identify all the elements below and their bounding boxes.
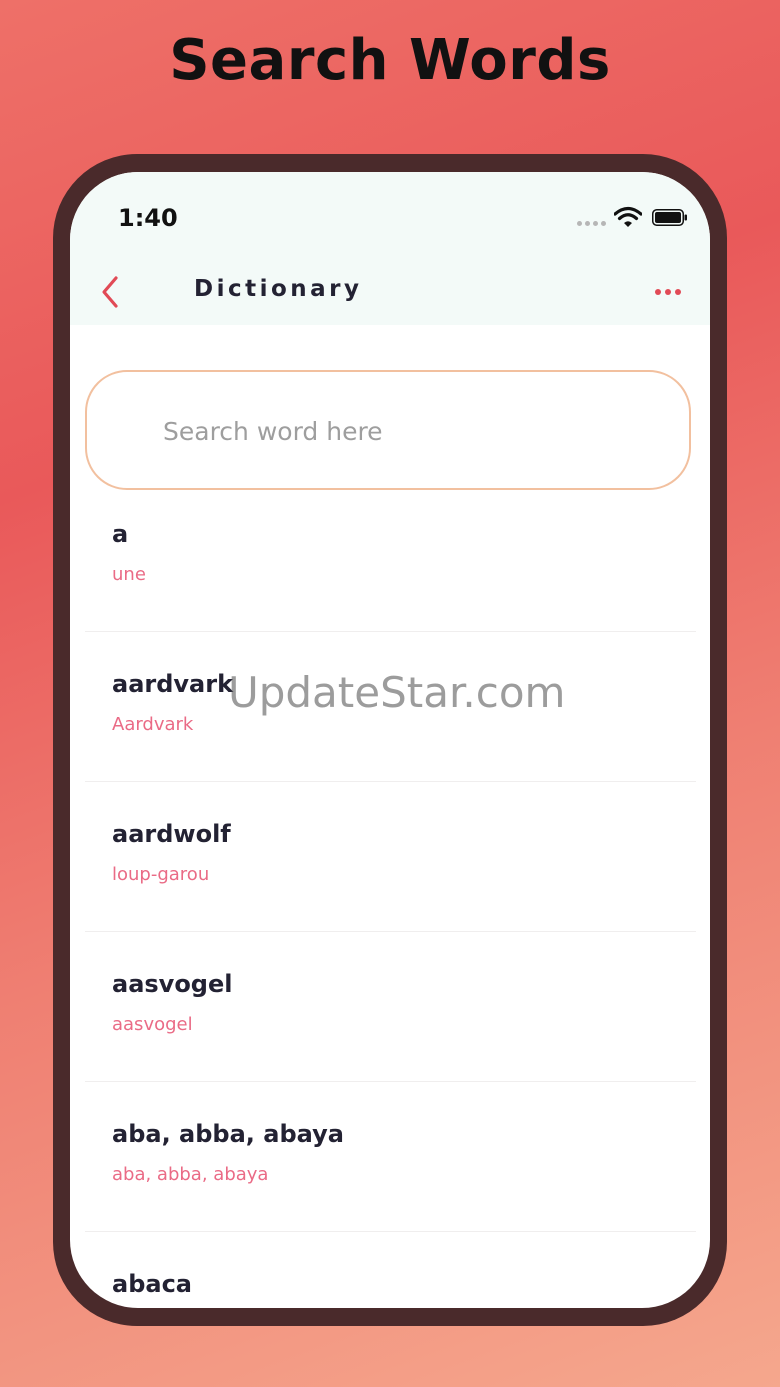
word-term: aardwolf [112, 820, 231, 848]
word-translation: loup-garou [112, 864, 210, 885]
word-row[interactable]: aasvogel aasvogel [85, 932, 696, 1082]
word-row[interactable]: aba, abba, abaya aba, abba, abaya [85, 1082, 696, 1232]
word-term: a [112, 520, 129, 548]
word-term: aardvark [112, 670, 234, 698]
word-list: a une aardvark Aardvark aardwolf loup-ga… [85, 482, 696, 1308]
search-box[interactable] [85, 370, 691, 490]
word-translation: aasvogel [112, 1014, 193, 1035]
wifi-icon [614, 206, 642, 227]
word-translation: une [112, 564, 146, 585]
phone-frame: 1:40 Dictionary Search word here a une a… [53, 154, 727, 1326]
word-row[interactable]: abaca [85, 1232, 696, 1308]
word-row[interactable]: a une [85, 482, 696, 632]
back-chevron-icon[interactable] [96, 272, 124, 312]
signal-dots-icon [577, 221, 607, 227]
word-term: aasvogel [112, 970, 233, 998]
top-bar: 1:40 Dictionary [70, 172, 710, 325]
more-dots-icon[interactable] [650, 280, 686, 304]
battery-icon [652, 209, 687, 226]
word-term: aba, abba, abaya [112, 1120, 344, 1148]
word-translation: aba, abba, abaya [112, 1164, 269, 1185]
app-screen: 1:40 Dictionary Search word here a une a… [70, 172, 710, 1308]
word-row[interactable]: aardvark Aardvark [85, 632, 696, 782]
word-translation: Aardvark [112, 714, 194, 735]
headline: Search Words [169, 28, 611, 93]
page-title: Dictionary [194, 276, 363, 302]
status-time: 1:40 [118, 204, 178, 232]
word-row[interactable]: aardwolf loup-garou [85, 782, 696, 932]
word-term: abaca [112, 1270, 192, 1298]
search-input[interactable] [161, 412, 645, 450]
